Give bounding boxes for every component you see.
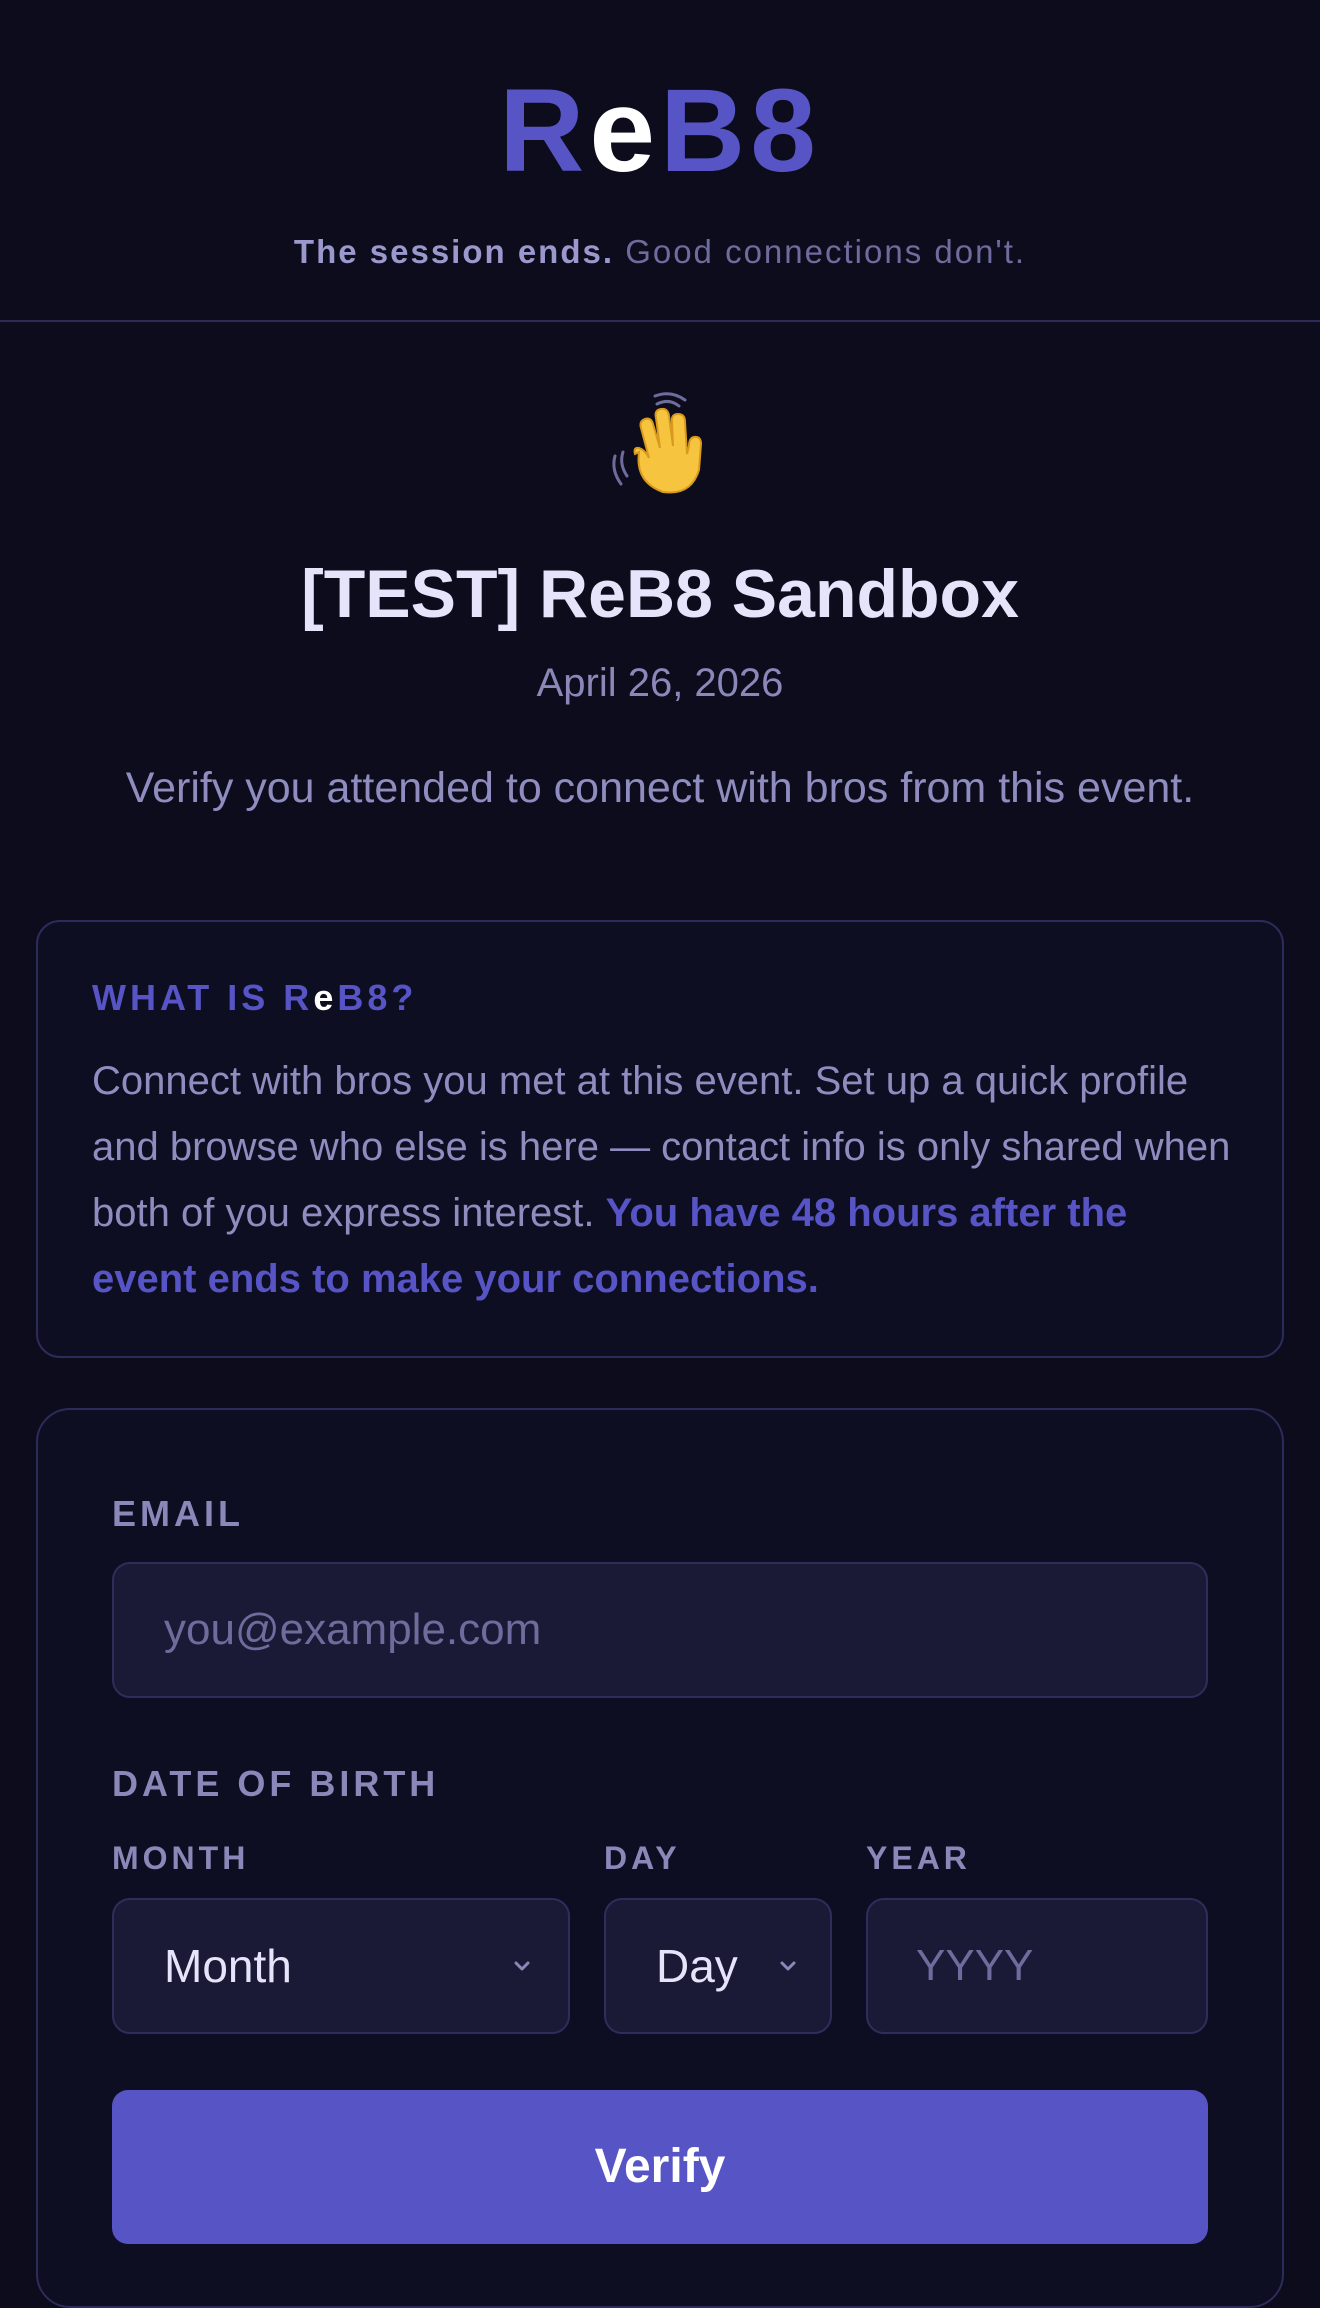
tagline-light: Good connections don't. (625, 233, 1027, 270)
month-label: MONTH (112, 1840, 250, 1876)
email-field-box (112, 1562, 1208, 1698)
logo[interactable]: ReB8 (0, 56, 1320, 206)
event-title: [TEST] ReB8 Sandbox (301, 556, 1019, 632)
verify-button[interactable]: Verify (112, 2090, 1208, 2244)
month-select-value: Month (164, 1940, 292, 1992)
month-select[interactable]: Month (112, 1898, 570, 2034)
logo-part-e: e (589, 65, 660, 197)
email-field[interactable] (114, 1564, 1206, 1696)
event-date: April 26, 2026 (536, 661, 784, 705)
info-body: Connect with bros you met at this event.… (92, 1048, 1232, 1312)
year-field[interactable] (868, 1900, 1206, 2032)
day-select-value: Day (656, 1940, 738, 1992)
tagline: The session ends. Good connections don't… (0, 232, 1320, 272)
tagline-bold: The session ends. (293, 233, 615, 270)
dob-label: DATE OF BIRTH (112, 1763, 440, 1804)
info-heading-mid: e (313, 977, 338, 1018)
info-heading-prefix: WHAT IS R (92, 977, 314, 1018)
year-field-box (866, 1898, 1208, 2034)
chevron-down-icon (514, 1961, 530, 1971)
info-heading: WHAT IS ReB8? (92, 976, 417, 1020)
day-label: DAY (604, 1840, 681, 1876)
info-heading-suffix: B8? (337, 977, 418, 1018)
waving-hand-icon (0, 392, 1320, 507)
logo-part-r: R (499, 65, 590, 197)
year-label: YEAR (866, 1840, 971, 1876)
logo-part-b8: B8 (660, 65, 821, 197)
header: ReB8 The session ends. Good connections … (0, 0, 1320, 322)
intro-text: Verify you attended to connect with bros… (125, 764, 1195, 812)
verify-form: EMAIL DATE OF BIRTH MONTH DAY YEAR Month… (36, 1408, 1284, 2308)
chevron-down-icon (780, 1961, 796, 1971)
info-card: WHAT IS ReB8? Connect with bros you met … (36, 920, 1284, 1358)
day-select[interactable]: Day (604, 1898, 832, 2034)
email-label: EMAIL (112, 1493, 244, 1534)
